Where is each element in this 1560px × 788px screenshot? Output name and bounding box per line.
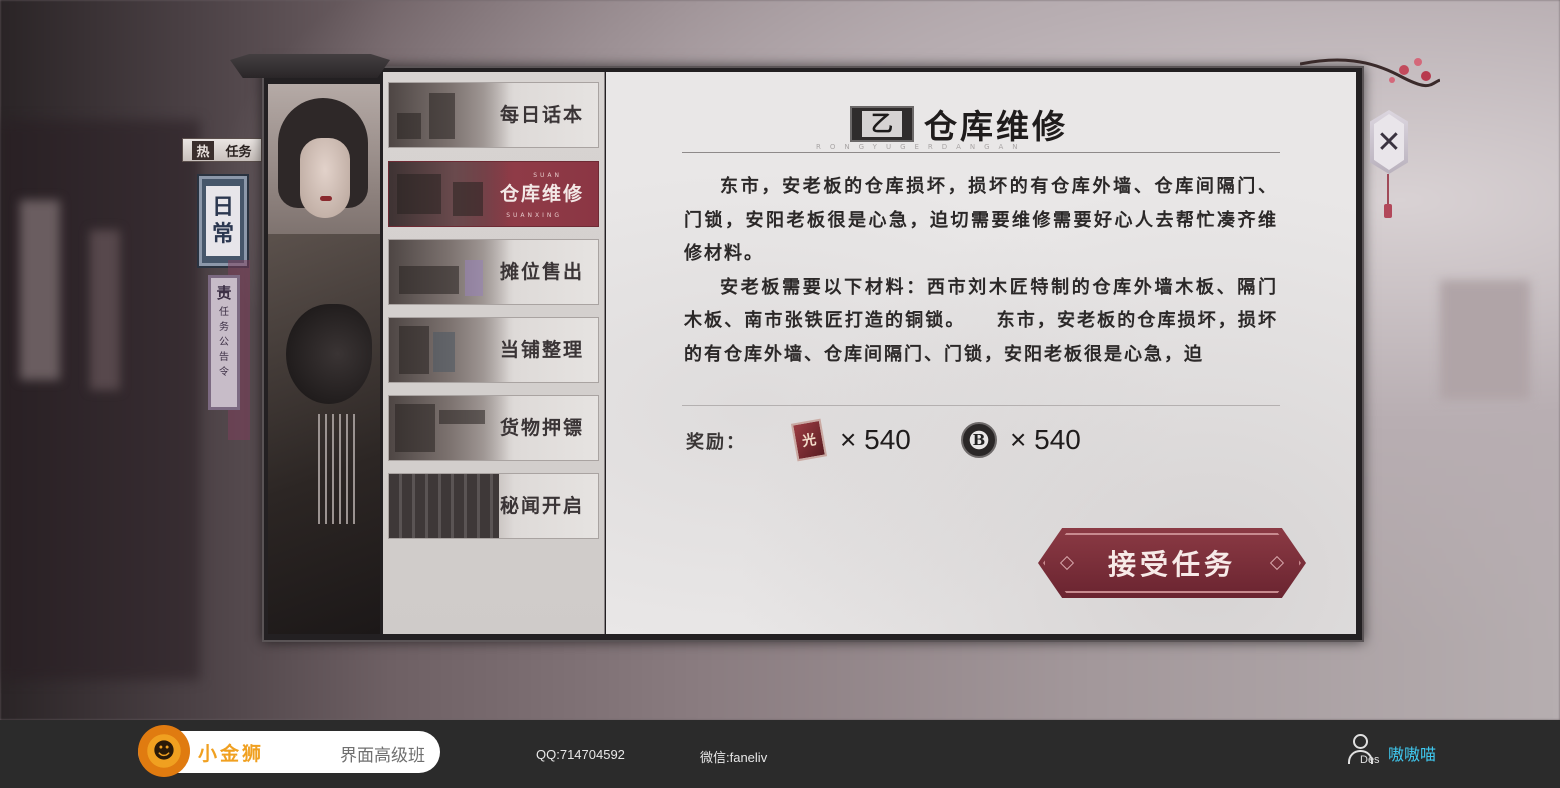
footer-bar: ☻ 小金狮 界面高级班 QQ:714704592 微信:faneliv Des … (0, 720, 1560, 788)
hot-tag-hot: 热 (192, 140, 214, 160)
daily-plate[interactable]: 日 常 (197, 174, 249, 268)
notice-plate[interactable]: 责 任 务 公 告 令 (208, 275, 240, 410)
brand-pill: ☻ 小金狮 界面高级班 (138, 725, 440, 777)
qq-contact: QQ:714704592 (536, 747, 625, 762)
menu-item-sub-bottom: SUANXING (506, 212, 562, 219)
quest-title: 仓库维修 (924, 107, 1068, 146)
tassel-icon (1384, 204, 1392, 218)
hot-tag-quest: 任务 (225, 144, 252, 160)
portrait-tassels (318, 414, 358, 524)
notice-char: 令 (219, 366, 229, 378)
title-underline (682, 152, 1280, 153)
quest-grade-badge: 乙 (850, 106, 914, 142)
menu-item-secret-unlock[interactable]: 秘闻开启 (388, 473, 599, 539)
reward-item-book: 光 × 540 (790, 418, 911, 462)
notice-char: 责 (216, 284, 232, 302)
reward-divider (682, 405, 1280, 406)
quest-description: 东市，安老板的仓库损坏，损坏的有仓库外墙、仓库间隔门、门锁，安阳老板很是心急，迫… (684, 170, 1278, 371)
menu-thumbnail (389, 318, 509, 382)
menu-item-label: 当铺整理 (499, 339, 584, 361)
designer-label: Des (1360, 754, 1380, 766)
reward-label: 奖励： (686, 432, 746, 453)
quest-category-menu: 每日话本 SUAN 仓库维修 SUANXING 摊位售出 当铺整理 货物押镖 秘… (383, 72, 605, 634)
reward-quantity: × 540 (840, 424, 911, 455)
notice-char: 务 (219, 321, 229, 333)
designer-name[interactable]: 嗷嗷喵 (1388, 741, 1436, 765)
side-strip: 热 任务 日 常 责 任 务 公 告 令 (182, 70, 264, 640)
character-portrait (268, 84, 380, 634)
quest-title-romanized: RONGYUGERDANGAN (816, 143, 1027, 151)
diamond-ornament-icon (1059, 555, 1075, 571)
menu-item-label: 货物押镖 (499, 417, 584, 439)
menu-item-warehouse-repair[interactable]: SUAN 仓库维修 SUANXING (388, 161, 599, 227)
book-icon-glyph: 光 (800, 431, 818, 451)
accept-quest-label: 接受任务 (1107, 548, 1236, 581)
quest-detail-panel: 乙 仓库维修 RONGYUGERDANGAN 东市，安老板的仓库损坏，损坏的有仓… (606, 72, 1356, 634)
quest-title-row: 乙 仓库维修 (850, 100, 1068, 148)
quest-paragraph: 安老板需要以下材料：西市刘木匠特制的仓库外墙木板、隔门木板、南市张铁匠打造的铜锁… (684, 276, 1278, 365)
wechat-contact: 微信:faneliv (700, 750, 768, 765)
menu-item-pawnshop[interactable]: 当铺整理 (388, 317, 599, 383)
lion-logo-icon: ☻ (138, 725, 190, 777)
menu-item-label: 摊位售出 (499, 261, 584, 283)
notice-char: 公 (219, 336, 229, 348)
menu-thumbnail (389, 83, 509, 147)
background-book (1440, 280, 1530, 400)
close-icon: ✕ (1376, 124, 1402, 160)
portrait-fan (286, 304, 372, 404)
reward-quantity: × 540 (1010, 424, 1081, 455)
daily-plate-text: 日 常 (206, 186, 240, 256)
menu-item-stall-sale[interactable]: 摊位售出 (388, 239, 599, 305)
brand-class: 界面高级班 (340, 746, 425, 766)
close-button[interactable]: ✕ (1370, 110, 1408, 174)
menu-item-label: 每日话本 (499, 104, 584, 126)
menu-thumbnail (389, 396, 509, 460)
notice-char: 告 (219, 351, 229, 363)
coin-icon: B (960, 420, 998, 460)
menu-item-label: 秘闻开启 (499, 495, 584, 517)
menu-item-cargo-escort[interactable]: 货物押镖 (388, 395, 599, 461)
daily-char-2: 常 (211, 221, 234, 247)
menu-thumbnail (389, 474, 499, 538)
plum-branch-icon (1300, 58, 1440, 87)
daily-char-1: 日 (211, 193, 234, 220)
portrait-face (300, 138, 350, 218)
brand-name: 小金狮 (198, 743, 265, 765)
book-icon: 光 (790, 418, 828, 462)
menu-thumbnail (389, 240, 509, 304)
accept-quest-button[interactable]: 接受任务 (1038, 528, 1306, 598)
menu-thumbnail (389, 162, 509, 226)
background-book (20, 200, 60, 380)
menu-item-daily-story[interactable]: 每日话本 (388, 82, 599, 148)
hot-quest-tag[interactable]: 热 任务 (182, 138, 262, 162)
portrait-lip (320, 196, 332, 201)
quest-paragraph: 东市，安老板的仓库损坏，损坏的有仓库外墙、仓库间隔门、门锁，安阳老板很是心急，迫… (684, 176, 1278, 264)
diamond-ornament-icon (1269, 555, 1285, 571)
reward-item-coin: B × 540 (960, 420, 1081, 460)
quest-grade: 乙 (862, 111, 902, 137)
coin-icon-glyph: B (972, 431, 986, 449)
background-book (90, 230, 120, 390)
notice-char: 任 (219, 306, 229, 318)
